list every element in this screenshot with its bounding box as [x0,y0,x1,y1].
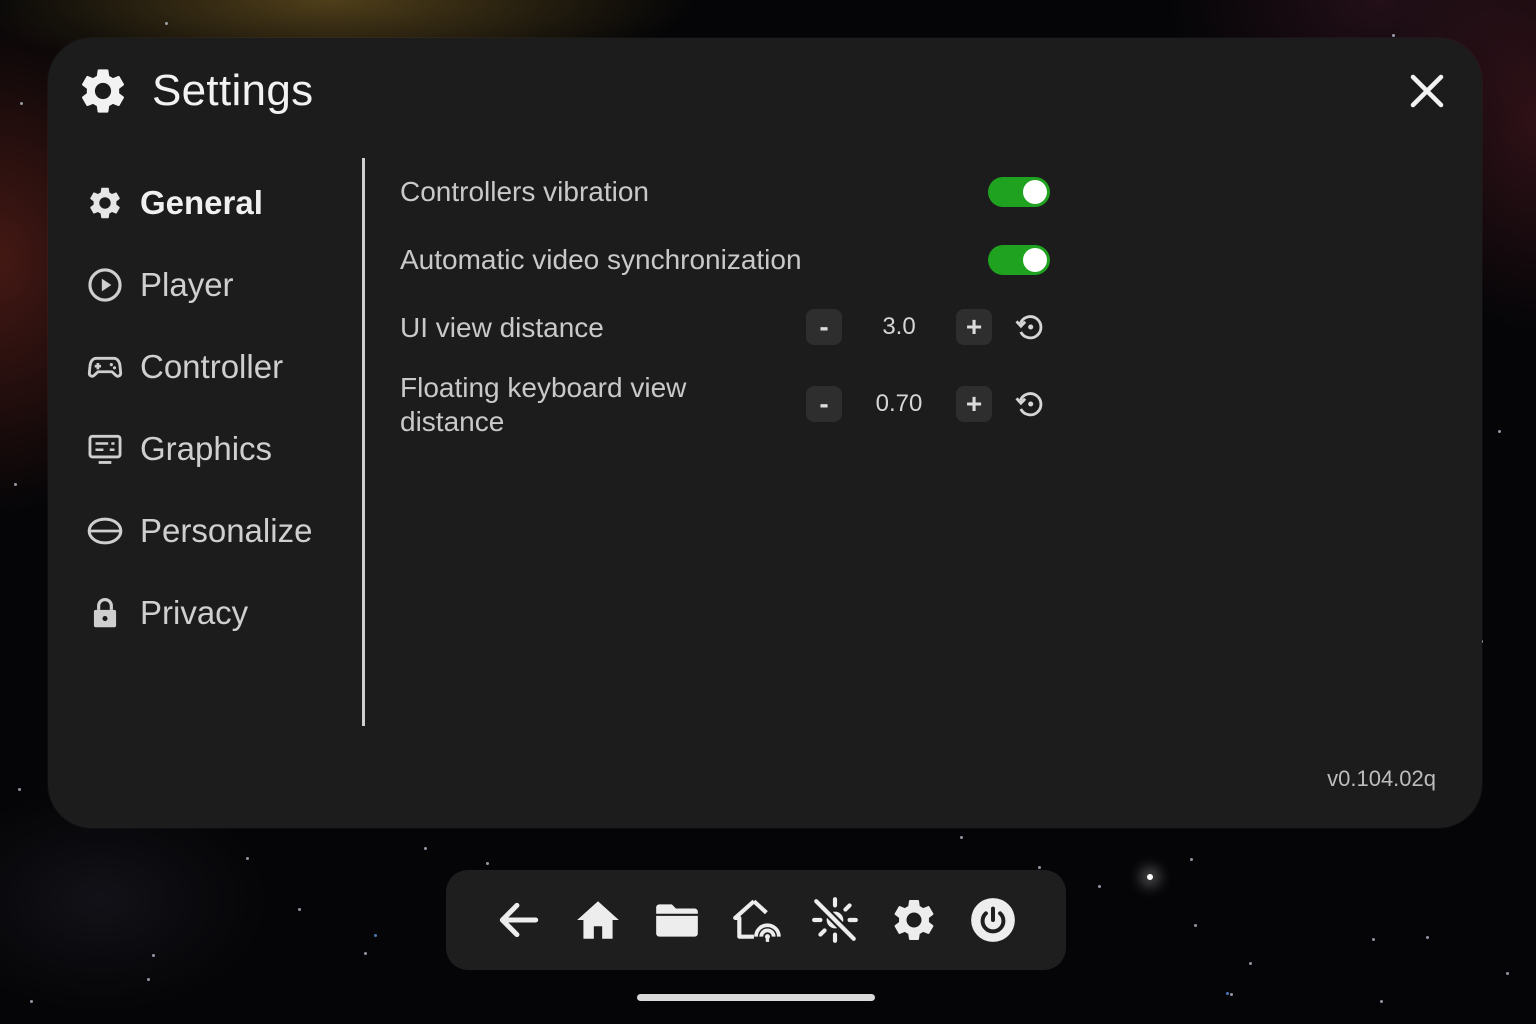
setting-keyboard-view-distance: Floating keyboard view distance - 0.70 + [400,362,1050,448]
sidebar-item-label: Graphics [140,430,273,467]
back-button[interactable] [494,895,544,945]
sidebar-item-privacy[interactable]: Privacy [86,572,366,654]
sidebar-divider [362,158,365,726]
reset-icon [1015,315,1043,340]
general-settings: Controllers vibration Automatic video sy… [400,158,1050,448]
sidebar-item-label: Personalize [140,512,313,549]
gamepad-icon [86,348,124,386]
sidebar-item-personalize[interactable]: Personalize [86,490,366,572]
stepper-value: 3.0 [882,313,916,340]
vr-headset-icon [86,512,124,550]
power-button[interactable] [968,895,1018,945]
reset-icon [1015,392,1043,417]
setting-label: Floating keyboard view distance [400,372,687,437]
gear-icon [894,900,934,940]
reset-button[interactable] [1010,309,1050,345]
sidebar-item-player[interactable]: Player [86,244,366,326]
decrement-button[interactable]: - [806,309,842,345]
sidebar-item-controller[interactable]: Controller [86,326,366,408]
power-icon [971,898,1015,942]
setting-ui-view-distance: UI view distance - 3.0 + [400,294,1050,362]
gear-icon [86,184,124,222]
network-button[interactable] [731,895,781,945]
setting-label: Automatic video synchronization [400,244,802,275]
setting-label: UI view distance [400,312,604,343]
setting-auto-video-sync: Automatic video synchronization [400,226,1050,294]
folder-icon [656,904,698,937]
home-icon [577,901,619,939]
auto-video-sync-toggle[interactable] [988,245,1050,275]
settings-button[interactable] [889,895,939,945]
gear-icon [76,64,130,118]
increment-button[interactable]: + [956,309,992,345]
sidebar-nav: General Player Controller Graphics Perso… [86,162,366,654]
bottom-dock [446,870,1066,970]
controllers-vibration-toggle[interactable] [988,177,1050,207]
home-indicator[interactable] [637,994,875,1001]
passthrough-off-icon [812,897,858,943]
files-button[interactable] [652,895,702,945]
monitor-icon [86,430,124,468]
home-network-icon [733,899,781,942]
stepper-value: 0.70 [875,390,923,417]
toggle-knob [1023,180,1047,204]
setting-label: Controllers vibration [400,176,649,207]
lock-icon [86,594,124,632]
settings-panel: Settings General Player Controller Graph… [48,38,1482,828]
close-button[interactable] [1406,70,1448,112]
ui-view-distance-stepper: - 3.0 + [806,309,1050,345]
sidebar-item-label: Controller [140,348,284,385]
increment-button[interactable]: + [956,386,992,422]
version-label: v0.104.02q [1327,766,1436,791]
decrement-button[interactable]: - [806,386,842,422]
sidebar-item-label: Player [140,266,234,303]
close-icon [1410,74,1444,108]
sidebar-item-graphics[interactable]: Graphics [86,408,366,490]
panel-header: Settings [76,64,313,118]
setting-controllers-vibration: Controllers vibration [400,158,1050,226]
sidebar-item-label: General [140,184,263,221]
back-arrow-icon [499,902,539,938]
passthrough-button[interactable] [810,895,860,945]
play-circle-icon [86,266,124,304]
sidebar-item-general[interactable]: General [86,162,366,244]
sidebar-item-label: Privacy [140,594,249,631]
reset-button[interactable] [1010,386,1050,422]
page-title: Settings [152,66,314,115]
keyboard-view-distance-stepper: - 0.70 + [806,386,1050,422]
home-button[interactable] [573,895,623,945]
toggle-knob [1023,248,1047,272]
